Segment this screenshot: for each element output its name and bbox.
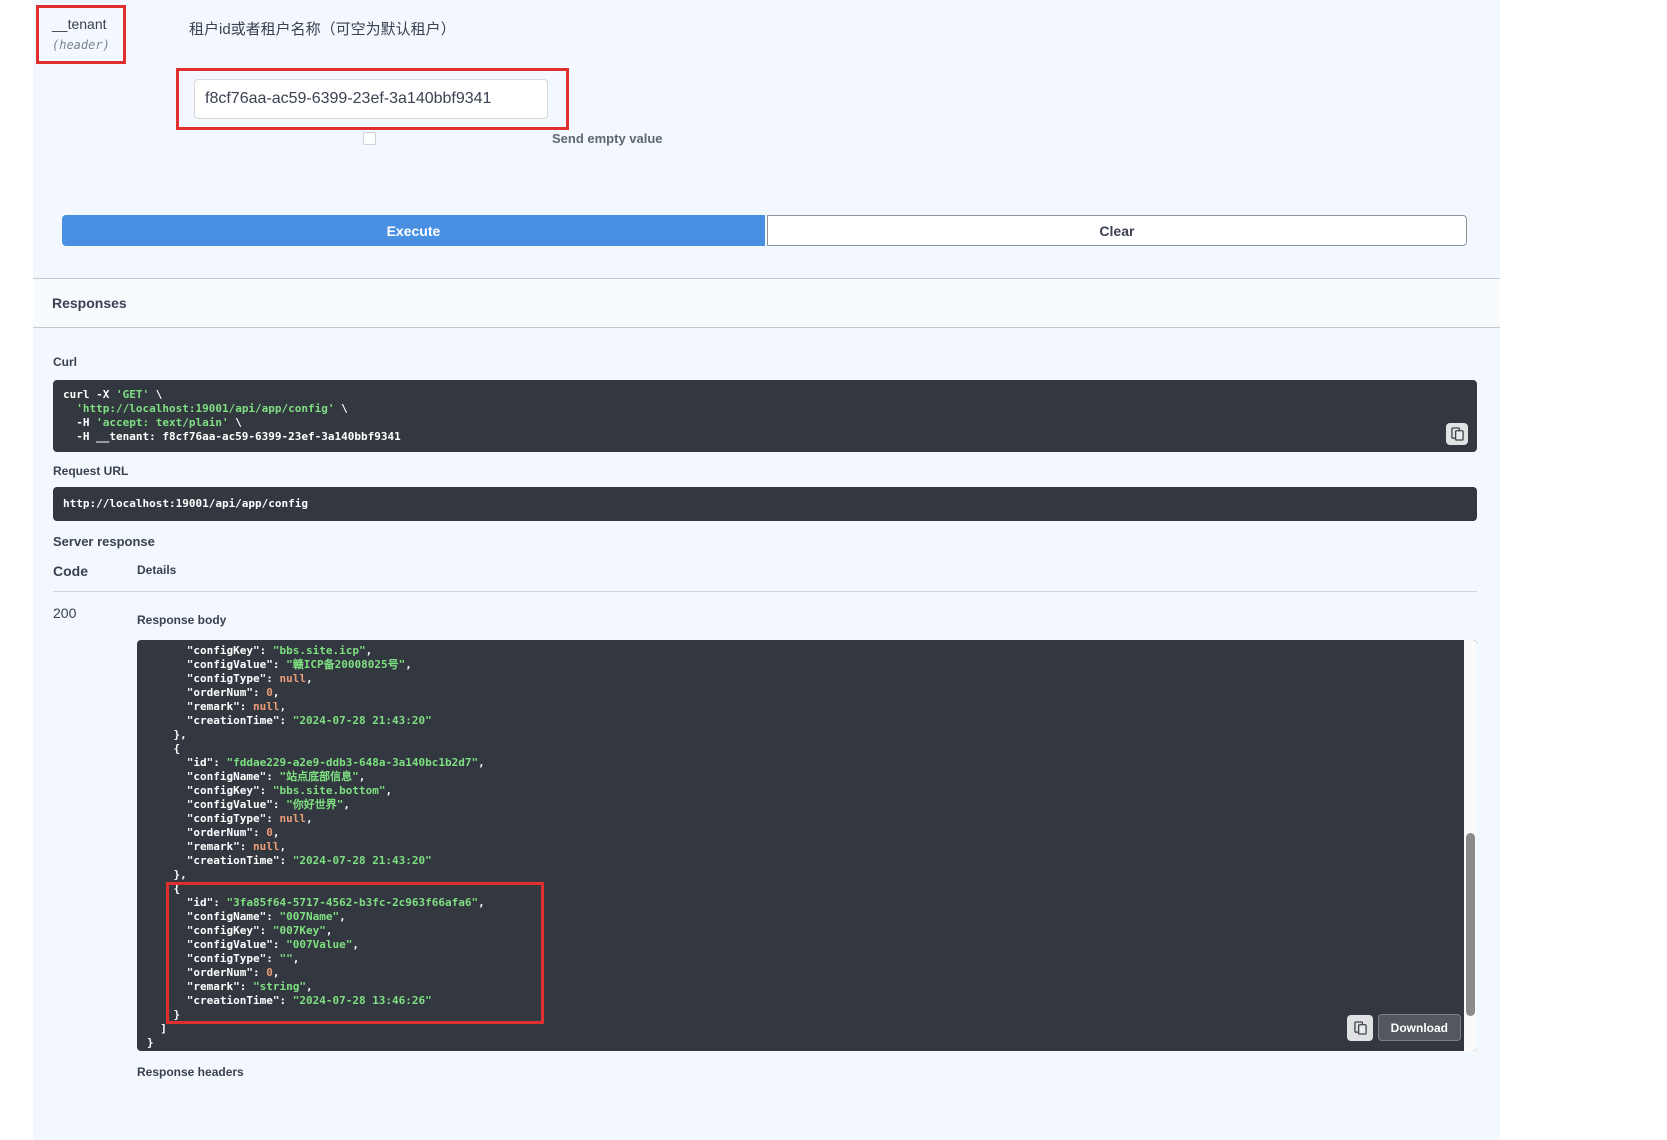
parameter-description: 租户id或者租户名称（可空为默认租户） xyxy=(189,18,1480,39)
copy-curl-button[interactable] xyxy=(1446,423,1468,445)
parameters-section: __tenant (header) 租户id或者租户名称（可空为默认租户） Se… xyxy=(33,0,1500,146)
response-body-json: "configKey": "bbs.site.icp", "configValu… xyxy=(137,640,1477,1051)
download-button[interactable]: Download xyxy=(1378,1014,1461,1041)
response-body-block: "configKey": "bbs.site.icp", "configValu… xyxy=(137,640,1477,1051)
status-code: 200 xyxy=(53,605,137,1079)
server-response-label: Server response xyxy=(53,534,1477,549)
parameter-name: __tenant xyxy=(52,16,110,32)
execute-row: Execute Clear xyxy=(33,215,1500,246)
curl-command-text: curl -X 'GET' \ 'http://localhost:19001/… xyxy=(63,388,1467,444)
annotation-highlight-parameter-name: __tenant (header) xyxy=(36,5,126,64)
clipboard-icon xyxy=(1354,1021,1367,1035)
parameter-description-column: 租户id或者租户名称（可空为默认租户） Send empty value xyxy=(176,5,1480,146)
send-empty-value-checkbox[interactable] xyxy=(363,132,376,145)
clipboard-icon xyxy=(1451,427,1464,441)
curl-label: Curl xyxy=(53,355,1477,369)
response-body-label: Response body xyxy=(137,613,1477,627)
execute-button[interactable]: Execute xyxy=(62,215,765,246)
curl-command-block: curl -X 'GET' \ 'http://localhost:19001/… xyxy=(53,380,1477,452)
request-url-value: http://localhost:19001/api/app/config xyxy=(63,497,308,510)
responses-section-header: Responses xyxy=(33,278,1500,328)
send-empty-value-label: Send empty value xyxy=(552,131,663,146)
annotation-highlight-parameter-input xyxy=(176,68,569,130)
parameter-location: (header) xyxy=(52,38,110,52)
request-url-label: Request URL xyxy=(53,464,1477,478)
responses-title: Responses xyxy=(52,295,127,311)
copy-response-button[interactable] xyxy=(1347,1015,1373,1041)
parameter-name-column: __tenant (header) xyxy=(36,5,176,146)
responses-body: Curl curl -X 'GET' \ 'http://localhost:1… xyxy=(33,328,1500,1079)
tenant-input[interactable] xyxy=(194,79,548,119)
details-column-header: Details xyxy=(137,563,1477,579)
clear-button[interactable]: Clear xyxy=(767,215,1467,246)
request-url-block: http://localhost:19001/api/app/config xyxy=(53,487,1477,521)
operation-block: __tenant (header) 租户id或者租户名称（可空为默认租户） Se… xyxy=(33,0,1500,1140)
responses-table-header: Code Details xyxy=(53,549,1477,592)
response-scrollbar-track xyxy=(1464,640,1477,1051)
response-scrollbar-thumb[interactable] xyxy=(1466,833,1475,1016)
response-headers-label: Response headers xyxy=(137,1065,1477,1079)
responses-table: Code Details 200 Response body "configKe… xyxy=(53,549,1477,1079)
response-details-cell: Response body "configKey": "bbs.site.icp… xyxy=(137,605,1477,1079)
code-column-header: Code xyxy=(53,563,137,579)
send-empty-value-row: Send empty value xyxy=(176,130,1480,146)
response-row-200: 200 Response body "configKey": "bbs.site… xyxy=(53,592,1477,1079)
